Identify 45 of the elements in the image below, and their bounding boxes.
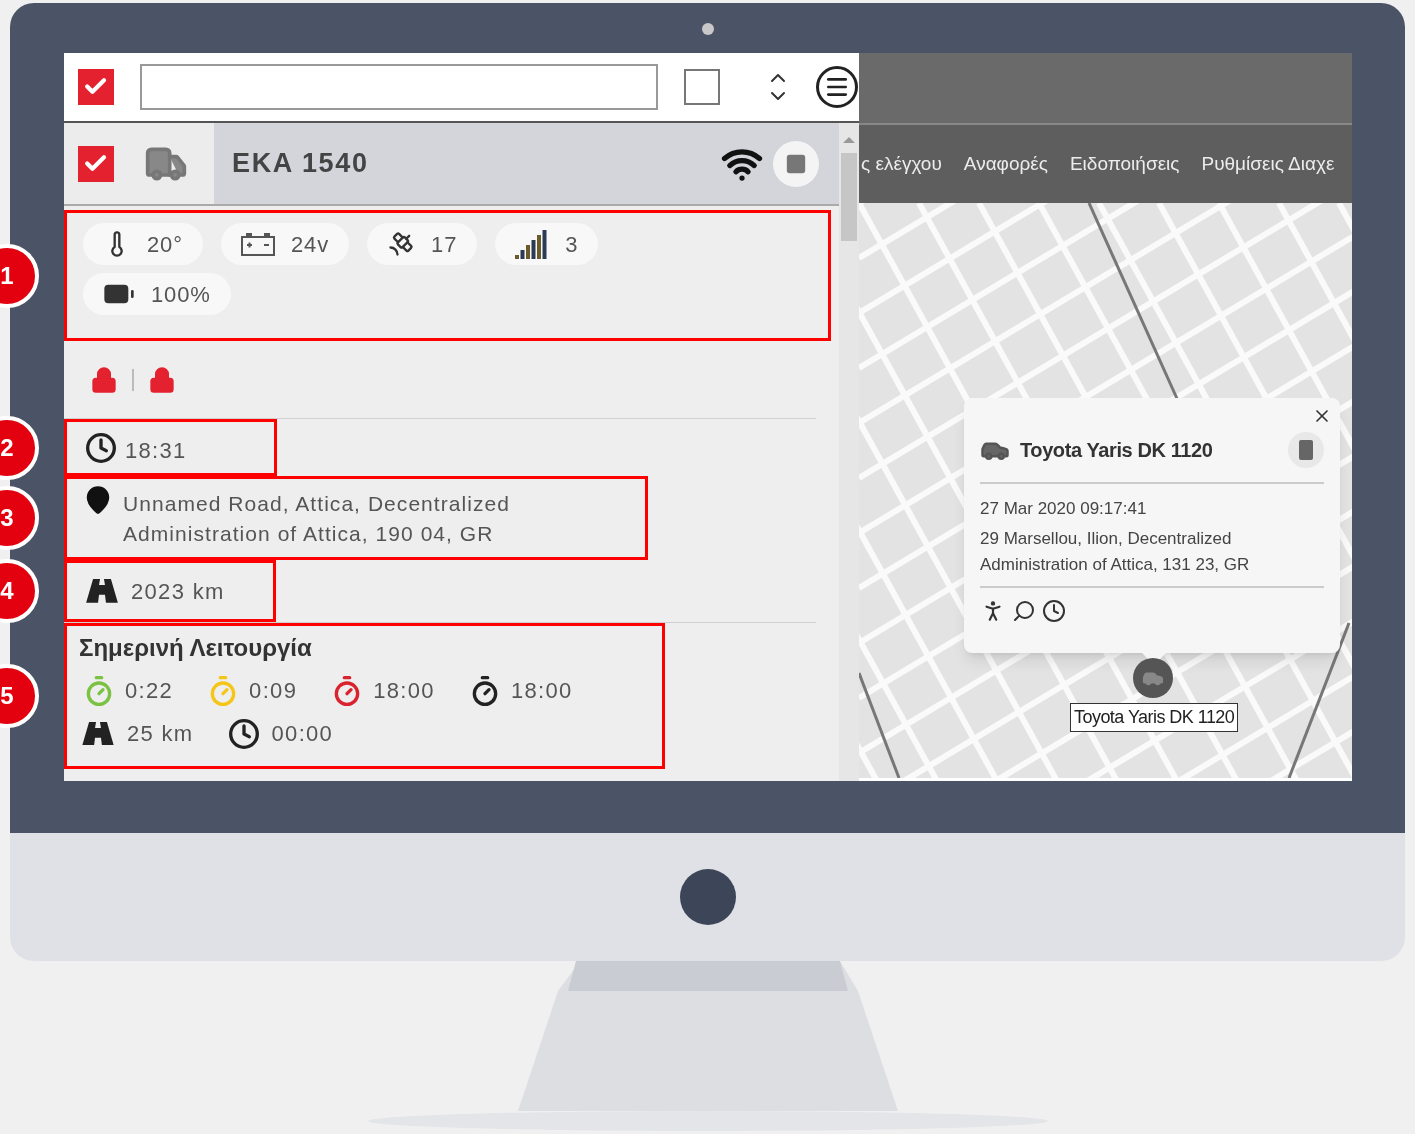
- car-battery-icon: [240, 232, 275, 256]
- popup-title: Toyota Yaris DK 1120: [1020, 438, 1214, 463]
- nav-tab[interactable]: ς ελέγχου: [861, 149, 942, 179]
- odometer-value: 2023 km: [131, 577, 225, 606]
- signal-bars-icon: [515, 229, 550, 259]
- road-icon: [81, 721, 115, 746]
- duration-value: 00:00: [271, 720, 334, 748]
- timer-value: 0:22: [125, 677, 174, 705]
- address-text: Unnamed Road, Attica, Decentralized Administration of Attica, 190 04, GR: [123, 491, 511, 547]
- nav-tab[interactable]: Ρυθμίσεις Διαχε: [1201, 149, 1335, 179]
- distance-value: 25 km: [127, 720, 194, 748]
- stop-button[interactable]: [773, 140, 819, 187]
- callout-number: 1: [0, 243, 39, 308]
- nav-tab[interactable]: Αναφορές: [963, 149, 1048, 179]
- callout-number: 5: [0, 664, 39, 728]
- sensor-value: 100%: [151, 280, 211, 309]
- section-title: Σημερινή Λειτουργία: [79, 633, 313, 663]
- search-icon[interactable]: [1012, 598, 1036, 623]
- callout-number: 2: [0, 415, 39, 480]
- nav-tab[interactable]: Ειδοποιήσεις: [1069, 149, 1180, 179]
- clock-icon[interactable]: [1042, 598, 1066, 623]
- marker-label: Toyota Yaris DK 1120: [1070, 703, 1239, 732]
- popup-address: 29 Marsellou, Ilion, Decentralized Administration of Attica, 131 23, GR: [980, 525, 1324, 588]
- stop-icon: [785, 152, 807, 175]
- clock-icon: [227, 717, 260, 750]
- clock-icon: [85, 431, 117, 464]
- callout-number: 3: [0, 486, 39, 550]
- timer-value: 18:00: [373, 677, 435, 705]
- checkbox[interactable]: [78, 145, 114, 182]
- sensor-value: 17: [431, 230, 458, 259]
- stop-button[interactable]: [1288, 432, 1324, 468]
- last-update-time: 18:31: [125, 437, 187, 465]
- popup-datetime: 27 Mar 2020 09:17:41: [980, 498, 1148, 520]
- callout-number: 4: [0, 559, 39, 623]
- search-field[interactable]: [140, 64, 658, 110]
- sensor-value: 24v: [290, 230, 330, 259]
- vehicle-name: EKA 1540: [232, 147, 370, 181]
- road-icon: [85, 579, 119, 603]
- sensor-value: 20°: [147, 230, 183, 259]
- checkbox[interactable]: [78, 69, 114, 105]
- timer-value: 0:09: [249, 677, 298, 705]
- checkbox[interactable]: [684, 69, 720, 105]
- timer-value: 18:00: [510, 677, 573, 705]
- sensor-value: 3: [565, 230, 579, 259]
- satellite-icon: [387, 230, 416, 258]
